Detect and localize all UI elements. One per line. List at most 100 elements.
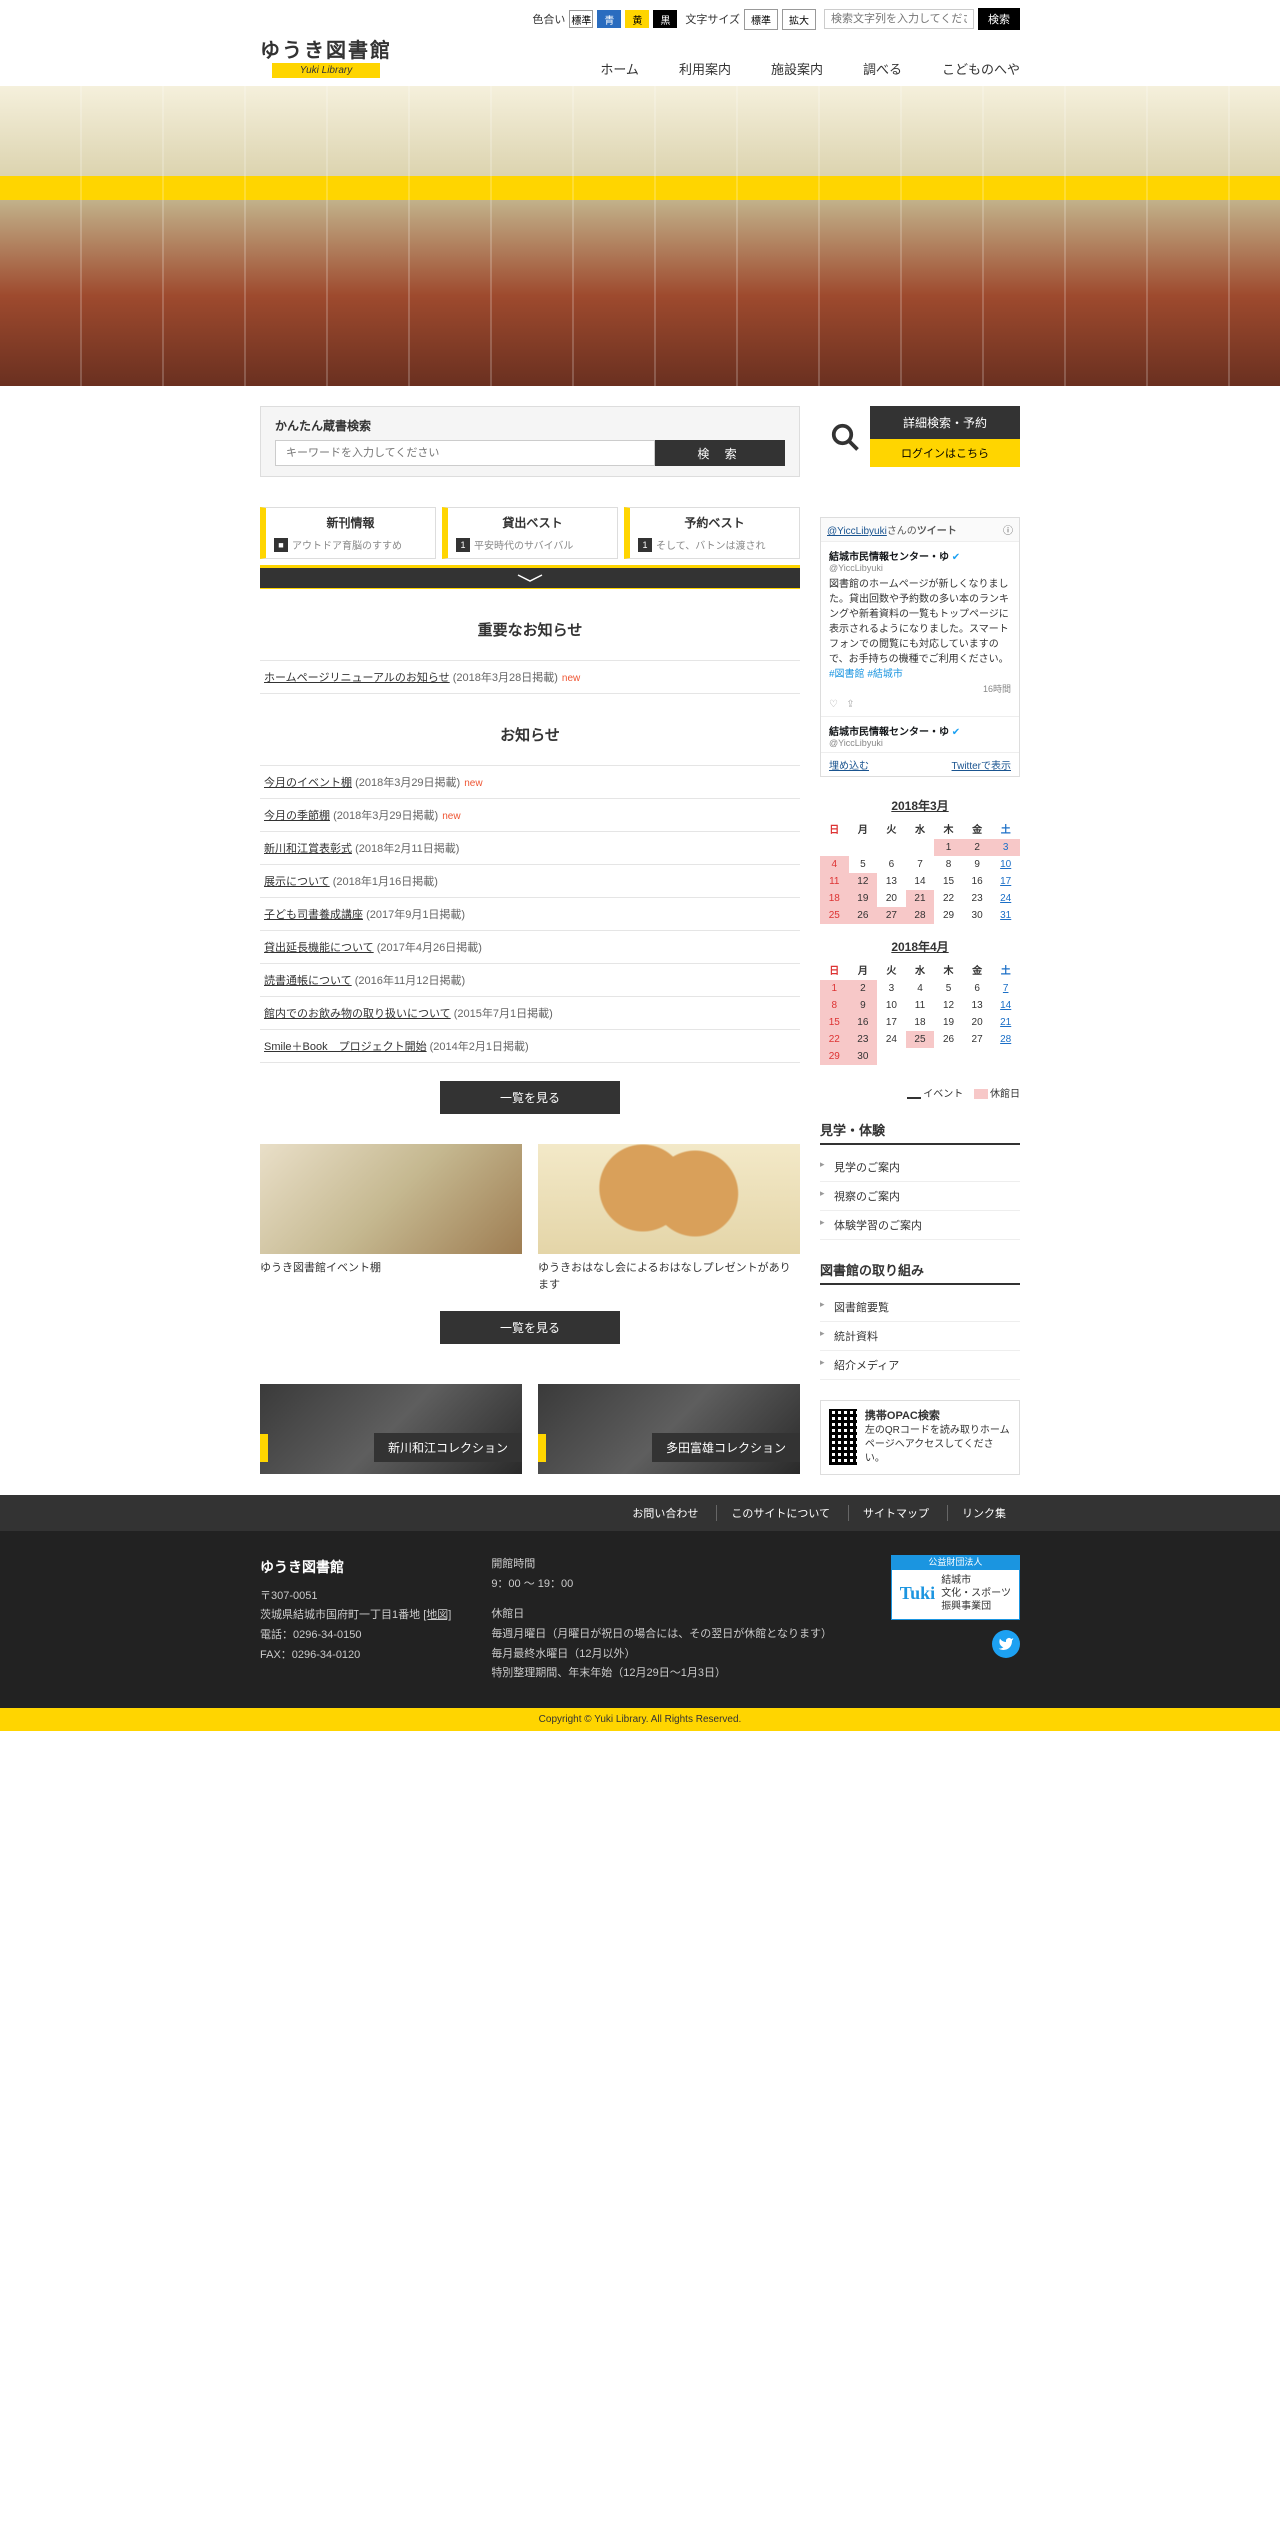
calendar-day[interactable]: 5 — [934, 980, 963, 997]
twitter-view-link[interactable]: Twitterで表示 — [952, 757, 1011, 772]
news-link[interactable]: ホームページリニューアルのお知らせ — [264, 672, 450, 684]
footer-nav-item[interactable]: サイトマップ — [848, 1505, 943, 1521]
calendar-title[interactable]: 2018年3月 — [820, 797, 1020, 814]
calendar-day[interactable]: 1 — [934, 839, 963, 856]
color-black-button[interactable]: 黒 — [653, 10, 677, 28]
calendar-day[interactable]: 19 — [849, 890, 878, 907]
calendar-day[interactable]: 9 — [849, 997, 878, 1014]
calendar-day[interactable]: 20 — [877, 890, 906, 907]
calendar-day[interactable]: 17 — [877, 1014, 906, 1031]
info-tab[interactable]: 予約ベスト 1そして、バトンは渡され — [624, 507, 800, 559]
calendar-day[interactable]: 4 — [906, 980, 935, 997]
calendar-day[interactable]: 7 — [991, 980, 1020, 997]
news-link[interactable]: 今月のイベント棚 — [264, 777, 352, 789]
fontsize-std-button[interactable]: 標準 — [744, 9, 778, 30]
photo-card[interactable]: ゆうき図書館イベント棚 — [260, 1144, 522, 1293]
calendar-day[interactable]: 31 — [991, 907, 1020, 924]
calendar-day[interactable]: 8 — [820, 997, 849, 1014]
calendar-day[interactable]: 14 — [906, 873, 935, 890]
calendar-day[interactable]: 11 — [906, 997, 935, 1014]
calendar-day[interactable]: 23 — [963, 890, 992, 907]
news-link[interactable]: 貸出延長機能について — [264, 942, 374, 954]
footer-nav-item[interactable]: このサイトについて — [716, 1505, 844, 1521]
calendar-day[interactable]: 20 — [963, 1014, 992, 1031]
side-list-item[interactable]: 図書館要覧 — [820, 1293, 1020, 1322]
calendar-day[interactable]: 3 — [877, 980, 906, 997]
news-link[interactable]: 展示について — [264, 876, 330, 888]
nav-item[interactable]: 施設案内 — [771, 59, 823, 78]
calendar-day[interactable]: 21 — [906, 890, 935, 907]
site-logo[interactable]: ゆうき図書館 Yuki Library — [260, 34, 392, 78]
calendar-day[interactable]: 9 — [963, 856, 992, 873]
calendar-day[interactable]: 8 — [934, 856, 963, 873]
calendar-day[interactable]: 23 — [849, 1031, 878, 1048]
calendar-day[interactable]: 10 — [877, 997, 906, 1014]
tweet[interactable]: 結城市民情報センター・ゆ ✔ @YiccLibyuki 図書館のホームページが新… — [821, 542, 1019, 717]
calendar-day[interactable]: 15 — [820, 1014, 849, 1031]
news-link[interactable]: 今月の季節棚 — [264, 810, 330, 822]
photo-card[interactable]: ゆうきおはなし会によるおはなしプレゼントがあります — [538, 1144, 800, 1293]
calendar-day[interactable]: 12 — [849, 873, 878, 890]
calendar-day[interactable]: 22 — [820, 1031, 849, 1048]
twitter-icon[interactable] — [992, 1630, 1020, 1658]
calendar-day[interactable]: 27 — [877, 907, 906, 924]
calendar-day[interactable]: 16 — [849, 1014, 878, 1031]
calendar-day[interactable]: 30 — [963, 907, 992, 924]
expand-toggle[interactable] — [260, 565, 800, 589]
side-list-item[interactable]: 見学のご案内 — [820, 1153, 1020, 1182]
color-blue-button[interactable]: 青 — [597, 10, 621, 28]
color-std-button[interactable]: 標準 — [569, 10, 593, 28]
collection-link[interactable]: 多田富雄コレクション — [538, 1384, 800, 1474]
calendar-day[interactable]: 24 — [991, 890, 1020, 907]
twitter-embed-link[interactable]: 埋め込む — [829, 757, 869, 772]
calendar-day[interactable]: 7 — [906, 856, 935, 873]
news-link[interactable]: 子ども司書養成講座 — [264, 909, 363, 921]
news-link[interactable]: 館内でのお飲み物の取り扱いについて — [264, 1008, 451, 1020]
news-link[interactable]: Smile＋Book プロジェクト開始 — [264, 1041, 427, 1053]
calendar-day[interactable]: 25 — [906, 1031, 935, 1048]
calendar-day[interactable]: 26 — [934, 1031, 963, 1048]
calendar-day[interactable]: 19 — [934, 1014, 963, 1031]
calendar-day[interactable]: 14 — [991, 997, 1020, 1014]
calendar-day[interactable]: 11 — [820, 873, 849, 890]
advanced-search-title[interactable]: 詳細検索・予約 — [870, 406, 1020, 439]
calendar-day[interactable]: 3 — [991, 839, 1020, 856]
login-link[interactable]: ログインはこちら — [870, 439, 1020, 467]
calendar-title[interactable]: 2018年4月 — [820, 938, 1020, 955]
calendar-day[interactable]: 30 — [849, 1048, 878, 1065]
calendar-day[interactable]: 2 — [849, 980, 878, 997]
nav-item[interactable]: ホーム — [600, 59, 639, 78]
footer-nav-item[interactable]: リンク集 — [947, 1505, 1020, 1521]
twitter-handle-link[interactable]: @YiccLibyuki — [827, 526, 887, 537]
calendar-day[interactable]: 24 — [877, 1031, 906, 1048]
catalog-search-input[interactable] — [275, 440, 655, 466]
side-list-item[interactable]: 視察のご案内 — [820, 1182, 1020, 1211]
site-search-input[interactable] — [824, 9, 974, 29]
calendar-day[interactable]: 13 — [877, 873, 906, 890]
calendar-day[interactable]: 22 — [934, 890, 963, 907]
calendar-day[interactable]: 28 — [991, 1031, 1020, 1048]
collection-link[interactable]: 新川和江コレクション — [260, 1384, 522, 1474]
calendar-day[interactable]: 18 — [820, 890, 849, 907]
calendar-day[interactable]: 16 — [963, 873, 992, 890]
info-tab[interactable]: 貸出ベスト 1平安時代のサバイバル — [442, 507, 618, 559]
calendar-day[interactable]: 5 — [849, 856, 878, 873]
news-link[interactable]: 読書通帳について — [264, 975, 352, 987]
side-list-item[interactable]: 統計資料 — [820, 1322, 1020, 1351]
nav-item[interactable]: 利用案内 — [679, 59, 731, 78]
calendar-day[interactable]: 18 — [906, 1014, 935, 1031]
fontsize-large-button[interactable]: 拡大 — [782, 9, 816, 30]
site-search-button[interactable]: 検索 — [978, 8, 1020, 30]
footer-map-link[interactable]: [地図] — [423, 1609, 451, 1621]
calendar-day[interactable]: 25 — [820, 907, 849, 924]
footer-nav-item[interactable]: お問い合わせ — [618, 1505, 712, 1521]
side-list-item[interactable]: 体験学習のご案内 — [820, 1211, 1020, 1240]
color-yellow-button[interactable]: 黄 — [625, 10, 649, 28]
catalog-search-button[interactable]: 検 索 — [655, 440, 785, 466]
calendar-day[interactable]: 28 — [906, 907, 935, 924]
calendar-day[interactable]: 12 — [934, 997, 963, 1014]
calendar-day[interactable]: 21 — [991, 1014, 1020, 1031]
photos-more-button[interactable]: 一覧を見る — [440, 1311, 620, 1344]
calendar-day[interactable]: 15 — [934, 873, 963, 890]
calendar-day[interactable]: 29 — [934, 907, 963, 924]
